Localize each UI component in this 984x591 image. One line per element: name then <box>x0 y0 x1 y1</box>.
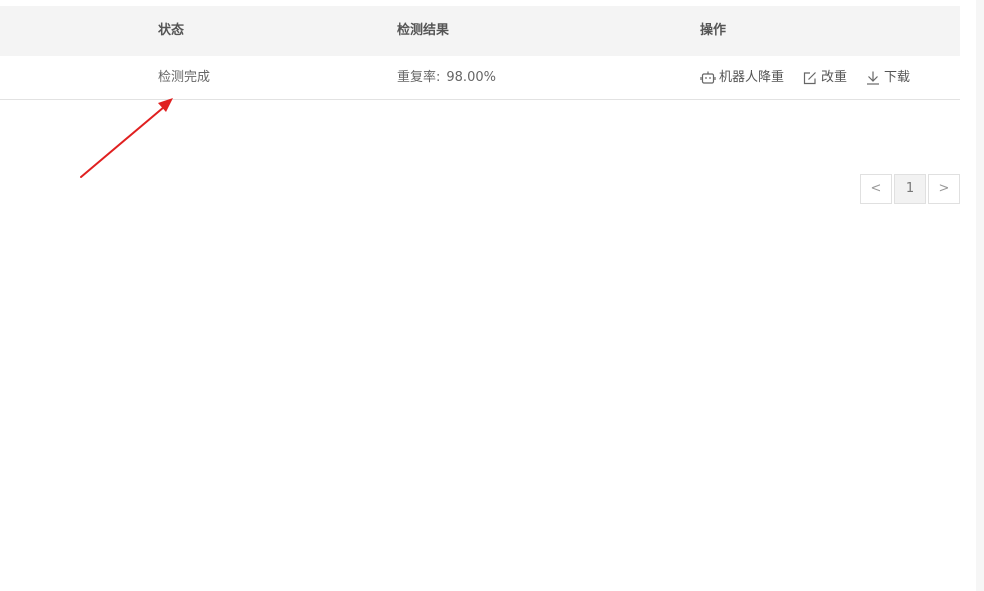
edit-reduce-label: 改重 <box>821 56 847 99</box>
download-button[interactable]: 下载 <box>865 56 910 99</box>
results-table: 状态 检测结果 操作 检测完成 重复率: 98.00% <box>0 6 960 100</box>
pagination: < 1 > <box>860 174 960 204</box>
table-header: 状态 检测结果 操作 <box>0 6 960 56</box>
table-row: 检测完成 重复率: 98.00% 机器人降重 <box>0 56 960 100</box>
prev-page-button[interactable]: < <box>860 174 892 204</box>
robot-reduce-label: 机器人降重 <box>719 56 784 99</box>
result-cell: 重复率: 98.00% <box>397 56 496 99</box>
page-1-button[interactable]: 1 <box>894 174 926 204</box>
result-label: 重复率: <box>397 70 440 85</box>
download-label: 下载 <box>884 56 910 99</box>
download-icon <box>865 70 881 86</box>
result-value: 98.00% <box>446 70 496 85</box>
page: 状态 检测结果 操作 检测完成 重复率: 98.00% <box>0 0 984 591</box>
robot-reduce-button[interactable]: 机器人降重 <box>700 56 784 99</box>
header-result: 检测结果 <box>397 6 449 56</box>
edit-reduce-button[interactable]: 改重 <box>802 56 847 99</box>
next-page-button[interactable]: > <box>928 174 960 204</box>
edit-icon <box>802 70 818 86</box>
status-cell: 检测完成 <box>158 56 210 99</box>
robot-icon <box>700 70 716 86</box>
scrollbar[interactable] <box>976 0 984 591</box>
header-status: 状态 <box>158 6 184 56</box>
action-cell: 机器人降重 改重 <box>700 56 910 99</box>
header-action: 操作 <box>700 6 726 56</box>
